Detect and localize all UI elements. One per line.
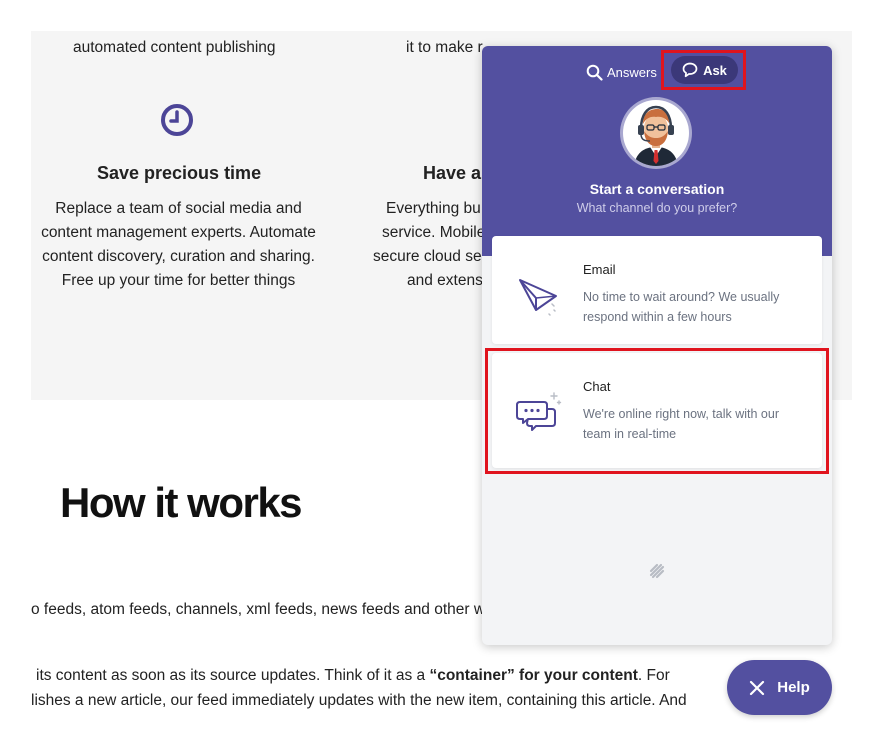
feature-desc-line: content management experts. Automate xyxy=(41,224,316,241)
conversation-title: Start a conversation xyxy=(589,181,725,197)
feature-fragment-right: it to make r xyxy=(406,39,483,56)
feature-desc-save-time: Replace a team of social media and conte… xyxy=(31,197,326,293)
help-widget: Answers Ask Start a conversation What ch… xyxy=(482,46,832,645)
feature-desc-line: content discovery, curation and sharing. xyxy=(42,248,315,265)
email-channel-card[interactable]: Email No time to wait around? We usually… xyxy=(492,236,822,344)
article-paragraph-line: lishes a new article, our feed immediate… xyxy=(31,692,687,709)
speech-bubble-icon xyxy=(682,62,698,78)
feeds-paragraph-line: o feeds, atom feeds, channels, xml feeds… xyxy=(31,601,486,618)
widget-header: Answers Ask Start a conversation What ch… xyxy=(482,46,832,256)
feature-desc-line: Replace a team of social media and xyxy=(55,200,302,217)
email-channel-title: Email xyxy=(583,262,616,277)
help-button[interactable]: Help xyxy=(727,660,832,715)
email-channel-desc: No time to wait around? We usually respo… xyxy=(583,290,780,324)
close-icon xyxy=(750,680,765,695)
content-text-end: . For xyxy=(637,667,670,684)
clock-icon xyxy=(161,104,193,136)
chat-channel-card[interactable]: Chat We're online right now, talk with o… xyxy=(492,353,822,468)
tab-answers[interactable]: Answers xyxy=(586,60,657,84)
container-emphasis: “container” for your content xyxy=(429,667,638,684)
feature-desc-line: Free up your time for better things xyxy=(61,272,296,289)
help-button-label: Help xyxy=(777,679,810,696)
paper-plane-icon xyxy=(519,279,557,316)
tab-answers-label: Answers xyxy=(607,64,657,80)
agent-avatar-illustration xyxy=(634,105,678,166)
chat-bubbles-icon xyxy=(516,392,562,431)
feature-title-have: Have a xyxy=(423,163,482,183)
how-it-works-heading: How it works xyxy=(60,479,303,526)
chat-channel-desc: We're online right now, talk with our te… xyxy=(583,407,780,441)
tab-ask[interactable]: Ask xyxy=(671,56,738,84)
conversation-subtitle: What channel do you prefer? xyxy=(576,201,738,215)
chat-channel-title: Chat xyxy=(583,379,611,394)
feature-fragment-left: automated content publishing xyxy=(73,39,276,56)
tab-ask-label: Ask xyxy=(703,62,727,78)
feature-title-save-time: Save precious time xyxy=(97,163,262,183)
content-text: its content as soon as its source update… xyxy=(36,667,430,684)
agent-avatar xyxy=(623,100,689,166)
search-icon xyxy=(586,64,603,81)
helpscout-logo-icon xyxy=(649,563,665,579)
content-paragraph-line: its content as soon as its source update… xyxy=(36,667,670,685)
